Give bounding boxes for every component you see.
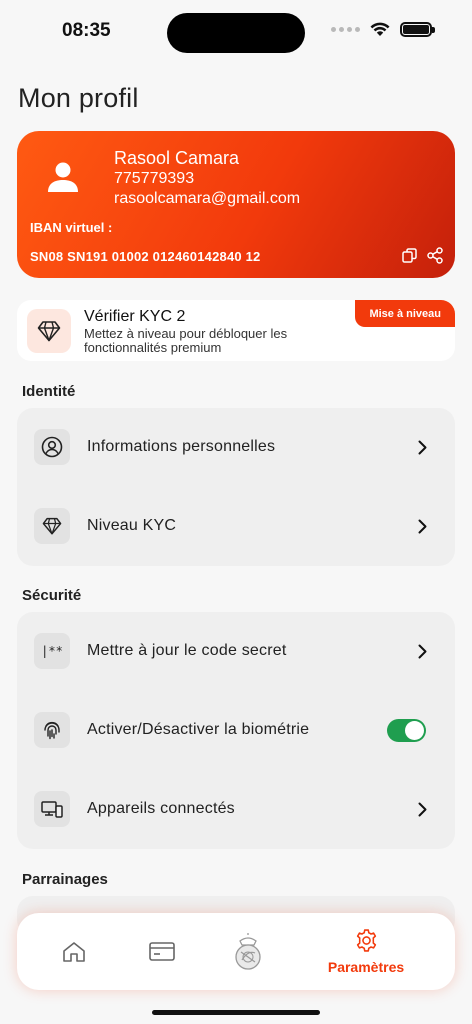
fingerprint-icon xyxy=(44,721,60,740)
menu-label: Appareils connectés xyxy=(87,800,235,817)
profile-name: Rasool Camara xyxy=(114,148,240,168)
menu-icon-tile xyxy=(34,791,70,827)
biometrics-toggle[interactable] xyxy=(387,719,426,742)
user-circle-icon xyxy=(41,436,63,458)
iban-value: SN08 SN191 01002 012460142840 12 xyxy=(30,249,261,264)
iban-label: IBAN virtuel : xyxy=(30,220,113,235)
tab-club[interactable] xyxy=(223,913,273,990)
menu-item-biometrics: Activer/Désactiver la biométrie xyxy=(17,691,455,770)
identity-menu-card: Informations personnelles Niveau KYC xyxy=(17,408,455,566)
menu-item-personal-info[interactable]: Informations personnelles xyxy=(17,408,455,487)
section-title-identity: Identité xyxy=(22,383,76,400)
chevron-right-icon xyxy=(418,519,427,534)
chevron-right-icon xyxy=(418,440,427,455)
menu-item-kyc-level[interactable]: Niveau KYC xyxy=(17,487,455,566)
card-icon xyxy=(149,942,175,961)
security-menu-card: |** Mettre à jour le code secret Activer… xyxy=(17,612,455,849)
menu-item-update-pin[interactable]: |** Mettre à jour le code secret xyxy=(17,612,455,691)
user-avatar-icon xyxy=(48,162,78,192)
wifi-icon xyxy=(370,22,390,36)
devices-icon xyxy=(41,801,63,818)
chevron-right-icon xyxy=(418,644,427,659)
signal-icon xyxy=(331,27,360,32)
copy-icon[interactable] xyxy=(402,248,417,263)
kyc-description: Mettez à niveau pour débloquer les fonct… xyxy=(84,326,288,355)
tab-card[interactable] xyxy=(137,913,187,990)
menu-label: Mettre à jour le code secret xyxy=(87,642,287,659)
diamond-icon xyxy=(42,517,62,535)
menu-icon-tile xyxy=(34,508,70,544)
menu-label: Niveau KYC xyxy=(87,517,177,534)
section-title-security: Sécurité xyxy=(22,587,82,604)
password-icon: |** xyxy=(34,633,70,669)
menu-item-connected-devices[interactable]: Appareils connectés xyxy=(17,770,455,849)
menu-icon-tile xyxy=(34,429,70,465)
share-icon[interactable] xyxy=(427,247,443,264)
tab-settings-label: Paramètres xyxy=(327,959,405,975)
bottom-tab-bar: Paramètres xyxy=(17,913,455,990)
status-time: 08:35 xyxy=(62,20,111,41)
diamond-icon xyxy=(37,321,61,342)
menu-label: Activer/Désactiver la biométrie xyxy=(87,721,310,738)
chevron-right-icon xyxy=(418,802,427,817)
club-crest-icon xyxy=(235,932,261,970)
tab-settings[interactable]: Paramètres xyxy=(311,913,421,990)
home-icon xyxy=(63,941,85,962)
kyc-upgrade-banner[interactable]: Vérifier KYC 2 Mettez à niveau pour débl… xyxy=(17,300,455,361)
menu-icon-tile xyxy=(34,712,70,748)
home-indicator[interactable] xyxy=(152,1010,320,1015)
toggle-knob xyxy=(405,721,424,740)
status-bar: 08:35 xyxy=(0,0,472,64)
kyc-gem-tile xyxy=(27,309,71,353)
menu-label: Informations personnelles xyxy=(87,438,276,455)
profile-email: rasoolcamara@gmail.com xyxy=(114,190,301,207)
upgrade-button[interactable]: Mise à niveau xyxy=(355,300,455,327)
section-title-referrals: Parrainages xyxy=(22,871,108,888)
dynamic-island xyxy=(167,13,305,53)
status-icons xyxy=(331,22,435,37)
profile-phone: 775779393 xyxy=(114,170,195,187)
battery-icon xyxy=(400,22,435,37)
tab-home[interactable] xyxy=(49,913,99,990)
gear-icon xyxy=(356,929,376,952)
page-title: Mon profil xyxy=(18,83,139,113)
kyc-title: Vérifier KYC 2 xyxy=(84,308,186,325)
